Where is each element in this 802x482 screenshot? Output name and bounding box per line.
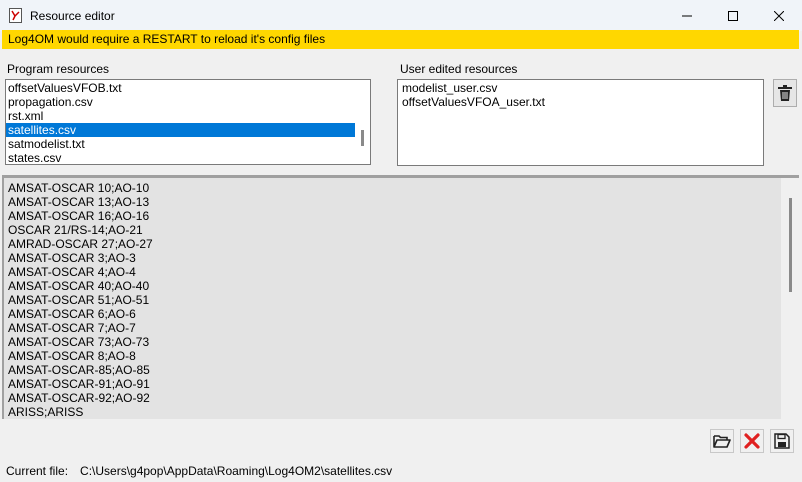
editor-scrollbar[interactable] <box>781 178 799 419</box>
editor-line: AMSAT-OSCAR 16;AO-16 <box>8 209 150 223</box>
editor-line: OSCAR 21/RS-14;AO-21 <box>8 223 143 237</box>
editor-line: AMSAT-OSCAR 10;AO-10 <box>8 181 150 195</box>
editor-line: AMSAT-OSCAR 6;AO-6 <box>8 307 136 321</box>
user-resources-list[interactable]: modelist_user.csv offsetValuesVFOA_user.t… <box>397 79 764 166</box>
user-resource-item[interactable]: modelist_user.csv <box>400 81 760 95</box>
status-bar: Current file: C:\Users\g4pop\AppData\Roam… <box>6 464 392 478</box>
program-resources-list[interactable]: offsetValuesVFOB.txt propagation.csv rst.x… <box>5 79 371 165</box>
trash-icon <box>778 85 792 101</box>
editor-line: AMSAT-OSCAR-85;AO-85 <box>8 363 150 377</box>
save-button[interactable] <box>770 429 794 453</box>
title-bar: Resource editor <box>0 0 802 31</box>
file-content-editor[interactable]: AMSAT-OSCAR 10;AO-10 AMSAT-OSCAR 13;AO-13… <box>2 178 799 419</box>
open-file-button[interactable] <box>710 429 734 453</box>
program-resource-item[interactable]: states.csv <box>6 151 355 164</box>
editor-line: AMSAT-OSCAR 4;AO-4 <box>8 265 136 279</box>
restart-warning-banner: Log4OM would require a RESTART to reload… <box>2 30 799 49</box>
program-resource-item[interactable]: satellites.csv <box>6 123 355 137</box>
maximize-icon <box>728 10 738 21</box>
editor-line: AMSAT-OSCAR 51;AO-51 <box>8 293 150 307</box>
close-button[interactable] <box>756 0 802 31</box>
editor-line: AMSAT-OSCAR 7;AO-7 <box>8 321 136 335</box>
editor-line: AMSAT-OSCAR 73;AO-73 <box>8 335 150 349</box>
editor-line: AMSAT-OSCAR 3;AO-3 <box>8 251 136 265</box>
close-icon <box>774 10 784 21</box>
folder-open-icon <box>713 435 731 448</box>
maximize-button[interactable] <box>710 0 756 31</box>
delete-button[interactable] <box>773 79 797 107</box>
editor-line: AMSAT-OSCAR 40;AO-40 <box>8 279 150 293</box>
minimize-icon <box>682 15 692 16</box>
user-resources-label: User edited resources <box>400 62 518 76</box>
editor-scroll-thumb[interactable] <box>789 198 792 292</box>
editor-line: AMRAD-OSCAR 27;AO-27 <box>8 237 153 251</box>
cancel-button[interactable] <box>740 429 764 453</box>
editor-line: AMSAT-OSCAR 8;AO-8 <box>8 349 136 363</box>
save-icon <box>774 433 790 449</box>
app-icon <box>9 8 22 23</box>
program-list-scrollbar[interactable] <box>361 130 364 146</box>
program-resource-item[interactable]: satmodelist.txt <box>6 137 355 151</box>
current-file-path: C:\Users\g4pop\AppData\Roaming\Log4OM2\s… <box>80 464 393 478</box>
program-resource-item[interactable]: propagation.csv <box>6 95 355 109</box>
editor-line: AMSAT-OSCAR 13;AO-13 <box>8 195 150 209</box>
red-x-icon <box>744 433 760 449</box>
user-resource-item[interactable]: offsetValuesVFOA_user.txt <box>400 95 760 109</box>
program-resource-item[interactable]: rst.xml <box>6 109 355 123</box>
editor-line: ARISS;ARISS <box>8 405 84 419</box>
program-resource-item[interactable]: offsetValuesVFOB.txt <box>6 81 355 95</box>
editor-line: AMSAT-OSCAR-91;AO-91 <box>8 377 150 391</box>
minimize-button[interactable] <box>664 0 710 31</box>
program-resources-label: Program resources <box>7 62 110 76</box>
window-title: Resource editor <box>30 9 115 23</box>
editor-line: AMSAT-OSCAR-92;AO-92 <box>8 391 150 405</box>
current-file-label: Current file: <box>6 464 69 478</box>
